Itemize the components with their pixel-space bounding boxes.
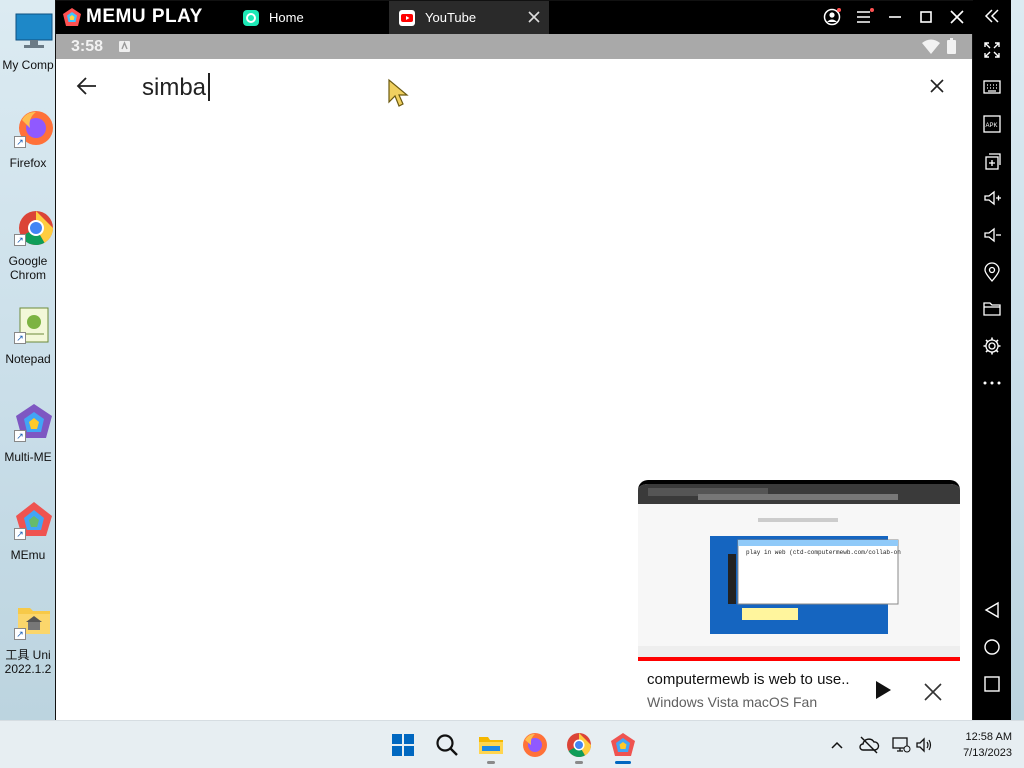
apk-install-icon[interactable]: APK <box>982 114 1002 134</box>
desktop-icon-multi-memu[interactable]: ↗ Multi-ME <box>0 402 56 492</box>
tab-home[interactable]: Home <box>231 1 387 34</box>
desktop-icon-label: Notepad <box>5 352 51 366</box>
svg-text:APK: APK <box>986 123 998 129</box>
mini-player[interactable]: play in web (ctd-computermewb.com/collab… <box>638 480 960 720</box>
network-icon[interactable] <box>891 735 911 755</box>
menu-icon[interactable] <box>854 7 874 27</box>
desktop-icon-label: MEmu <box>10 548 46 562</box>
maximize-icon[interactable] <box>916 7 936 27</box>
home-app-icon <box>243 9 259 26</box>
shortcut-arrow-icon: ↗ <box>14 234 26 246</box>
volume-up-icon[interactable] <box>982 188 1002 208</box>
back-arrow-icon[interactable] <box>74 73 100 99</box>
clear-search-icon[interactable] <box>928 77 946 95</box>
shortcut-arrow-icon: ↗ <box>14 628 26 640</box>
chevron-up-icon[interactable] <box>830 739 844 751</box>
tab-label: Home <box>269 10 304 25</box>
shortcut-arrow-icon: ↗ <box>14 430 26 442</box>
android-status-bar: 3:58 <box>56 34 972 59</box>
shortcut-arrow-icon: ↗ <box>14 528 26 540</box>
youtube-icon <box>399 9 415 26</box>
thumbnail-screenshot: play in web (ctd-computermewb.com/collab… <box>638 484 960 661</box>
running-indicator <box>487 761 495 764</box>
shortcut-arrow-icon: ↗ <box>14 332 26 344</box>
battery-icon <box>947 38 956 54</box>
multi-instance-icon[interactable] <box>982 151 1002 171</box>
desktop-icon-label: 工具 Uni 2022.1.2 <box>4 648 52 676</box>
search-bar <box>56 59 972 119</box>
keyboard-icon[interactable] <box>982 77 1002 97</box>
firefox-icon[interactable] <box>521 731 549 759</box>
system-clock[interactable]: 12:58 AM 7/13/2023 <box>940 729 1012 761</box>
location-icon[interactable] <box>982 262 1002 282</box>
search-icon[interactable] <box>433 731 461 759</box>
tab-youtube[interactable]: YouTube <box>389 1 549 34</box>
thumbnail-text: play in web (ctd-computermewb.com/collab… <box>746 549 901 556</box>
volume-down-icon[interactable] <box>982 225 1002 245</box>
mini-player-channel: Windows Vista macOS Fan <box>647 694 818 710</box>
memu-window: MEMU PLAY Home YouTube 3:58 simba play i… <box>55 0 974 720</box>
fullscreen-icon[interactable] <box>982 40 1002 60</box>
desktop-icon-label: Multi-ME <box>4 450 52 464</box>
desktop-icon-label: Google Chrom <box>8 254 48 282</box>
chrome-icon[interactable] <box>565 731 593 759</box>
play-icon[interactable] <box>874 680 892 700</box>
shortcut-arrow-icon: ↗ <box>14 136 26 148</box>
search-input[interactable] <box>142 71 902 105</box>
active-indicator <box>615 761 631 764</box>
shared-folder-icon[interactable] <box>982 299 1002 319</box>
android-screen: 3:58 simba play in web (ctd-computermewb… <box>56 34 972 720</box>
text-caret <box>208 73 210 101</box>
wifi-icon <box>922 39 940 54</box>
mouse-cursor-icon <box>388 78 409 107</box>
status-time: 3:58 <box>71 38 104 55</box>
account-icon[interactable] <box>822 7 842 27</box>
close-window-icon[interactable] <box>947 7 967 27</box>
onedrive-offline-icon[interactable] <box>858 735 880 755</box>
windows-taskbar: 12:58 AM 7/13/2023 <box>0 720 1024 768</box>
desktop-icon-firefox[interactable]: ↗ Firefox <box>0 108 56 198</box>
settings-gear-icon[interactable] <box>982 336 1002 356</box>
desktop-icon-tools-folder[interactable]: ↗ 工具 Uni 2022.1.2 <box>0 600 56 690</box>
tab-label: YouTube <box>425 10 477 25</box>
desktop-icon-label: Firefox <box>9 156 47 170</box>
monitor-icon <box>15 13 53 48</box>
desktop-icon-notepad[interactable]: ↗ Notepad <box>0 304 56 394</box>
clock-date: 7/13/2023 <box>963 747 1012 759</box>
mini-player-thumbnail[interactable]: play in web (ctd-computermewb.com/collab… <box>638 480 960 661</box>
tab-close-icon[interactable] <box>527 10 541 24</box>
running-indicator <box>575 761 583 764</box>
mini-player-progress <box>638 657 960 661</box>
logo-text: MEMU PLAY <box>86 6 203 27</box>
android-home-icon[interactable] <box>982 637 1002 657</box>
memu-taskbar-icon[interactable] <box>609 731 637 759</box>
mini-player-title: computermewb is web to use.. <box>647 671 850 688</box>
emulator-side-toolbar: APK <box>973 0 1011 720</box>
title-bar: MEMU PLAY Home YouTube <box>56 1 974 34</box>
speaker-icon[interactable] <box>914 735 934 755</box>
memu-gem-icon <box>63 8 81 26</box>
collapse-toolbar-icon[interactable] <box>982 6 1002 26</box>
memu-logo: MEMU PLAY <box>62 6 203 28</box>
android-back-icon[interactable] <box>982 600 1002 620</box>
minimize-icon[interactable] <box>885 7 905 27</box>
mini-close-icon[interactable] <box>923 682 943 702</box>
desktop-icon-memu[interactable]: ↗ MEmu <box>0 500 56 590</box>
desktop-icon-chrome[interactable]: ↗ Google Chrom <box>0 206 56 296</box>
more-options-icon[interactable] <box>982 373 1002 393</box>
notification-icon <box>119 41 130 52</box>
clock-time: 12:58 AM <box>965 731 1012 743</box>
file-explorer-icon[interactable] <box>477 731 505 759</box>
desktop-icon-my-computer[interactable]: My Comp <box>0 10 56 100</box>
desktop-icon-label: My Comp <box>2 58 54 72</box>
windows-start-icon[interactable] <box>389 731 417 759</box>
android-recents-icon[interactable] <box>982 674 1002 694</box>
